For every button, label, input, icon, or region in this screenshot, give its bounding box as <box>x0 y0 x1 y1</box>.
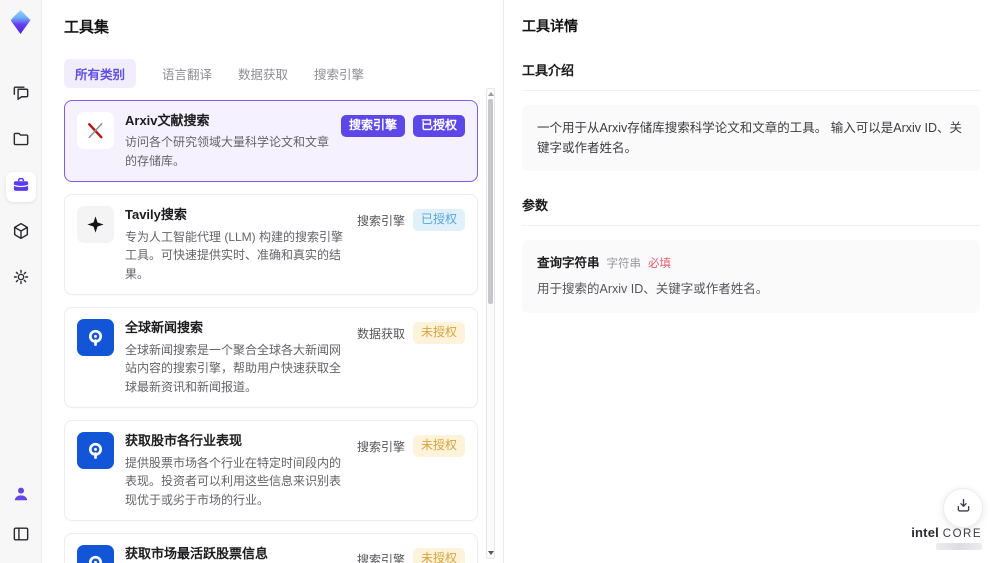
intro-heading: 工具介绍 <box>522 60 980 91</box>
tool-description: 专为人工智能代理 (LLM) 构建的搜索引擎工具。可快速提供实时、准确和真实的结… <box>125 229 344 281</box>
tool-card-3[interactable]: 获取股市各行业表现 提供股票市场各个行业在特定时间段内的表现。投资者可以利用这些… <box>64 420 478 522</box>
scroll-down-arrow-icon[interactable] <box>488 551 494 555</box>
status-badge: 未授权 <box>412 435 465 457</box>
user-profile-button[interactable] <box>6 481 36 511</box>
tool-body: 获取股市各行业表现 提供股票市场各个行业在特定时间段内的表现。投资者可以利用这些… <box>125 432 346 509</box>
tool-card-2[interactable]: 全球新闻搜索 全球新闻搜索是一个聚合全球各大新闻网站内容的搜索引擎，帮助用户快速… <box>64 307 478 409</box>
rail-bottom <box>6 481 36 551</box>
scrollbar-thumb[interactable] <box>488 99 493 304</box>
tool-description: 访问各个研究领域大量科学论文和文章的存储库。 <box>125 135 330 168</box>
parameter-header: 查询字符串 字符串 必填 <box>537 252 965 271</box>
parameter-description: 用于搜索的Arxiv ID、关键字或作者姓名。 <box>537 282 769 296</box>
core-word: CORE <box>942 528 982 540</box>
scroll-up-arrow-icon[interactable] <box>488 92 494 96</box>
status-badge: 已授权 <box>412 209 465 231</box>
tab-3[interactable]: 搜索引擎 <box>314 59 364 88</box>
status-badge: 未授权 <box>412 322 465 344</box>
user-avatar-icon <box>11 484 31 509</box>
intel-gradient-bar <box>936 543 982 550</box>
intel-word: intel <box>911 525 939 540</box>
params-heading: 参数 <box>522 195 980 226</box>
tool-description: 提供股票市场各个行业在特定时间段内的表现。投资者可以利用这些信息来识别表现优于或… <box>125 455 342 507</box>
tool-name: 全球新闻搜索 <box>125 320 204 336</box>
cube-icon <box>11 221 31 246</box>
rail-nav <box>5 80 36 294</box>
sidebar-item-files[interactable] <box>6 126 36 156</box>
briefcase-icon <box>11 175 31 200</box>
tavily-icon <box>77 206 114 244</box>
sidebar-item-chat[interactable] <box>6 80 36 110</box>
category-label: 数据获取 <box>356 327 405 342</box>
tool-name: Tavily搜索 <box>125 207 187 223</box>
tool-tags: 数据获取 未授权 <box>357 322 465 396</box>
chat-icon <box>11 83 31 108</box>
tool-name: Arxiv文献搜索 <box>125 113 210 128</box>
tool-tags: 搜索引擎 已授权 <box>340 115 465 170</box>
folder-icon <box>11 129 31 154</box>
tool-card-1[interactable]: Tavily搜索 专为人工智能代理 (LLM) 构建的搜索引擎工具。可快速提供实… <box>64 194 478 296</box>
tab-0[interactable]: 所有类别 <box>64 59 137 88</box>
tool-card-4[interactable]: 获取市场最活跃股票信息 提供当天交易量最高的股票列表。投资者可以利用这些信息来识… <box>64 533 478 563</box>
tool-body: 全球新闻搜索 全球新闻搜索是一个聚合全球各大新闻网站内容的搜索引擎，帮助用户快速… <box>125 319 346 396</box>
page-title: 工具集 <box>64 19 110 36</box>
quark-q-icon <box>77 545 114 563</box>
tool-list: Arxiv文献搜索 访问各个研究领域大量科学论文和文章的存储库。 搜索引擎 已授权… <box>64 100 478 563</box>
tool-name: 获取市场最活跃股票信息 <box>125 546 269 562</box>
category-label: 搜索引擎 <box>356 214 405 229</box>
app-window: 工具集 所有类别 语言翻译 数据获取 搜索引擎 Arxiv文献搜索 访问各个研究领域大… <box>0 0 1000 563</box>
intel-core-logo: intel CORE <box>911 525 982 550</box>
detail-title: 工具详情 <box>522 18 578 34</box>
tool-description: 全球新闻搜索是一个聚合全球各大新闻网站内容的搜索引擎，帮助用户快速获取全球最新资… <box>125 342 342 394</box>
tool-body: 获取市场最活跃股票信息 提供当天交易量最高的股票列表。投资者可以利用这些信息来识… <box>125 545 346 563</box>
parameter-required-badge: 必填 <box>648 258 672 270</box>
sidebar-rail <box>0 0 42 563</box>
quark-q-icon <box>77 432 114 470</box>
category-label: 搜索引擎 <box>356 553 405 563</box>
tool-detail-panel: 工具详情 工具介绍 一个用于从Arxiv存储库搜索科学论文和文章的工具。 输入可… <box>503 0 1000 563</box>
download-button[interactable] <box>943 488 983 528</box>
sidebar-item-tools[interactable] <box>5 172 36 202</box>
category-tabs: 所有类别 语言翻译 数据获取 搜索引擎 <box>64 59 503 88</box>
sidebar-item-models[interactable] <box>6 218 36 248</box>
download-icon <box>954 496 973 520</box>
category-label: 搜索引擎 <box>356 440 405 455</box>
tab-1[interactable]: 语言翻译 <box>162 59 212 88</box>
status-badge: 未授权 <box>412 548 465 563</box>
category-badge: 搜索引擎 <box>340 115 405 137</box>
sidebar-item-settings[interactable] <box>6 264 36 294</box>
gear-icon <box>11 267 31 292</box>
status-badge: 已授权 <box>412 115 465 137</box>
intro-text: 一个用于从Arxiv存储库搜索科学论文和文章的工具。 输入可以是Arxiv ID… <box>522 105 980 171</box>
parameter-card: 查询字符串 字符串 必填 用于搜索的Arxiv ID、关键字或作者姓名。 <box>522 240 980 313</box>
tool-tags: 搜索引擎 已授权 <box>357 209 465 283</box>
collapse-panel-button[interactable] <box>6 521 36 551</box>
tool-card-0[interactable]: Arxiv文献搜索 访问各个研究领域大量科学论文和文章的存储库。 搜索引擎 已授权 <box>64 100 478 183</box>
parameter-type: 字符串 <box>606 258 642 270</box>
gem-logo-icon <box>10 10 31 34</box>
parameter-name: 查询字符串 <box>537 256 600 270</box>
tool-list-panel: 工具集 所有类别 语言翻译 数据获取 搜索引擎 Arxiv文献搜索 访问各个研究领域大… <box>42 0 503 563</box>
tool-tags: 搜索引擎 未授权 <box>357 548 465 563</box>
list-scrollbar[interactable] <box>486 88 495 559</box>
arxiv-icon <box>77 112 114 149</box>
tool-body: Tavily搜索 专为人工智能代理 (LLM) 构建的搜索引擎工具。可快速提供实… <box>125 206 346 283</box>
app-logo[interactable] <box>7 8 35 36</box>
tool-name: 获取股市各行业表现 <box>125 433 243 449</box>
panel-layout-icon <box>11 524 31 549</box>
tool-body: Arxiv文献搜索 访问各个研究领域大量科学论文和文章的存储库。 <box>125 112 330 170</box>
tab-2[interactable]: 数据获取 <box>238 59 288 88</box>
tool-tags: 搜索引擎 未授权 <box>357 435 465 509</box>
quark-q-icon <box>77 319 114 357</box>
